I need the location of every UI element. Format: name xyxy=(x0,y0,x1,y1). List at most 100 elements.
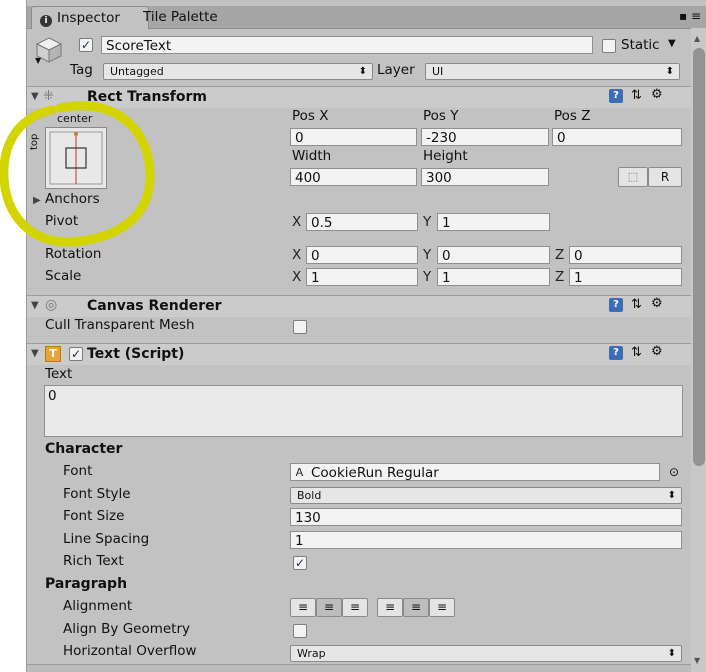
tab-inspector[interactable]: i Inspector xyxy=(31,6,149,29)
pivot-y-field[interactable]: 1 xyxy=(437,213,550,231)
scale-y-field[interactable]: 1 xyxy=(437,268,550,286)
tab-inspector-label: Inspector xyxy=(57,10,120,26)
align-left-button[interactable]: ≡ xyxy=(290,598,316,617)
font-style-dropdown[interactable]: Bold ⬍ xyxy=(290,487,682,504)
static-checkbox[interactable] xyxy=(602,39,616,53)
preset-sliders-icon[interactable]: ⇅ xyxy=(631,88,642,103)
popup-arrows-icon: ⬍ xyxy=(358,66,367,77)
tag-value: Untagged xyxy=(110,65,164,78)
align-bottom-button[interactable]: ≡ xyxy=(429,598,455,617)
active-checkbox[interactable]: ✓ xyxy=(79,38,93,52)
vertical-scrollbar[interactable]: ▲ ▼ xyxy=(691,28,706,672)
rich-text-checkbox[interactable]: ✓ xyxy=(293,556,307,570)
text-enabled-checkbox[interactable]: ✓ xyxy=(69,347,83,361)
horizontal-alignment-group: ≡ ≡ ≡ xyxy=(290,598,368,617)
align-bottom-icon: ≡ xyxy=(436,600,448,614)
pos-y-field[interactable]: -230 xyxy=(421,128,549,146)
rotation-y-field[interactable]: 0 xyxy=(437,246,550,264)
preset-sliders-icon[interactable]: ⇅ xyxy=(631,345,642,360)
layer-value: UI xyxy=(432,65,444,78)
blueprint-mode-button[interactable]: ⬚ xyxy=(618,167,648,187)
pos-x-field[interactable]: 0 xyxy=(290,128,417,146)
foldout-arrow-icon[interactable]: ▼ xyxy=(31,348,39,359)
tag-label: Tag xyxy=(70,62,93,78)
rotation-z-field[interactable]: 0 xyxy=(569,246,682,264)
popup-arrows-icon: ⬍ xyxy=(667,648,676,659)
scroll-down-arrow-icon[interactable]: ▼ xyxy=(694,656,700,665)
static-dropdown-arrow-icon[interactable]: ▼ xyxy=(668,38,676,49)
paragraph-section-label: Paragraph xyxy=(45,576,128,592)
align-right-button[interactable]: ≡ xyxy=(342,598,368,617)
raw-edit-button[interactable]: R xyxy=(648,167,682,187)
tab-bar: i Inspector Tile Palette ▪ ≡ xyxy=(27,6,706,29)
layer-dropdown[interactable]: UI ⬍ xyxy=(425,63,680,80)
alignment-label: Alignment xyxy=(63,598,133,614)
align-by-geometry-label: Align By Geometry xyxy=(63,621,191,637)
tag-dropdown[interactable]: Untagged ⬍ xyxy=(103,63,373,80)
align-by-geometry-checkbox[interactable] xyxy=(293,624,307,638)
scroll-up-arrow-icon[interactable]: ▲ xyxy=(694,34,700,43)
layer-label: Layer xyxy=(377,62,415,78)
rich-text-label: Rich Text xyxy=(63,553,124,569)
help-icon[interactable]: ? xyxy=(609,346,623,360)
help-icon[interactable]: ? xyxy=(609,298,623,312)
align-center-button[interactable]: ≡ xyxy=(316,598,342,617)
align-center-icon: ≡ xyxy=(323,600,335,614)
rotation-z-axis-label: Z xyxy=(555,247,565,263)
tab-tile-palette-label: Tile Palette xyxy=(143,9,218,25)
font-size-field[interactable]: 130 xyxy=(290,508,682,526)
text-label: Text xyxy=(45,366,73,382)
line-spacing-label: Line Spacing xyxy=(63,531,150,547)
canvas-renderer-title: Canvas Renderer xyxy=(87,298,222,314)
width-label: Width xyxy=(292,148,332,164)
pos-z-field[interactable]: 0 xyxy=(552,128,682,146)
font-field[interactable]: Ａ CookieRun Regular xyxy=(290,463,660,481)
preset-sliders-icon[interactable]: ⇅ xyxy=(631,297,642,312)
vertical-alignment-group: ≡ ≡ ≡ xyxy=(377,598,455,617)
text-component-icon: T xyxy=(45,346,61,362)
pos-z-label: Pos Z xyxy=(554,108,591,124)
canvas-renderer-icon: ◎ xyxy=(45,297,58,313)
height-label: Height xyxy=(423,148,468,164)
menu-icon[interactable]: ≡ xyxy=(691,9,701,23)
lock-icon[interactable]: ▪ xyxy=(679,9,687,23)
gear-icon[interactable]: ⚙ xyxy=(651,296,663,311)
text-script-header[interactable]: ▼ T ✓ Text (Script) ? ⇅ ⚙ xyxy=(27,343,691,365)
object-name-field[interactable]: ScoreText xyxy=(101,36,593,54)
foldout-arrow-icon[interactable]: ▼ xyxy=(31,300,39,311)
line-spacing-field[interactable]: 1 xyxy=(290,531,682,549)
static-label: Static xyxy=(621,37,660,53)
font-style-label: Font Style xyxy=(63,486,131,502)
scale-z-field[interactable]: 1 xyxy=(569,268,682,286)
character-section-label: Character xyxy=(45,441,123,457)
component-header-icons: ? ⇅ ⚙ xyxy=(609,296,673,314)
dropdown-arrow-icon[interactable]: ▼ xyxy=(35,56,41,65)
pivot-x-field[interactable]: 0.5 xyxy=(306,213,418,231)
height-field[interactable]: 300 xyxy=(421,168,549,186)
scale-y-axis-label: Y xyxy=(423,269,432,285)
font-style-value: Bold xyxy=(297,489,322,502)
scale-x-field[interactable]: 1 xyxy=(306,268,418,286)
horizontal-overflow-label: Horizontal Overflow xyxy=(63,643,197,659)
popup-arrows-icon: ⬍ xyxy=(665,66,674,77)
align-middle-icon: ≡ xyxy=(410,600,422,614)
gear-icon[interactable]: ⚙ xyxy=(651,344,663,359)
rotation-x-field[interactable]: 0 xyxy=(306,246,418,264)
help-icon[interactable]: ? xyxy=(609,89,623,103)
canvas-renderer-header[interactable]: ▼ ◎ Canvas Renderer ? ⇅ ⚙ xyxy=(27,295,691,317)
cull-transparent-mesh-checkbox[interactable] xyxy=(293,320,307,334)
pivot-x-axis-label: X xyxy=(292,214,302,230)
tab-menu-icons[interactable]: ▪ ≡ xyxy=(679,9,701,23)
font-asset-icon: Ａ xyxy=(294,466,305,479)
text-content-area[interactable]: 0 xyxy=(44,385,683,437)
align-top-icon: ≡ xyxy=(384,600,396,614)
width-field[interactable]: 400 xyxy=(290,168,417,186)
gear-icon[interactable]: ⚙ xyxy=(651,87,663,102)
object-picker-icon[interactable]: ⊙ xyxy=(669,465,679,479)
tab-tile-palette[interactable]: Tile Palette xyxy=(135,6,251,28)
horizontal-overflow-dropdown[interactable]: Wrap ⬍ xyxy=(290,645,682,662)
align-middle-button[interactable]: ≡ xyxy=(403,598,429,617)
scrollbar-thumb[interactable] xyxy=(693,48,705,466)
component-header-icons: ? ⇅ ⚙ xyxy=(609,87,673,105)
align-top-button[interactable]: ≡ xyxy=(377,598,403,617)
